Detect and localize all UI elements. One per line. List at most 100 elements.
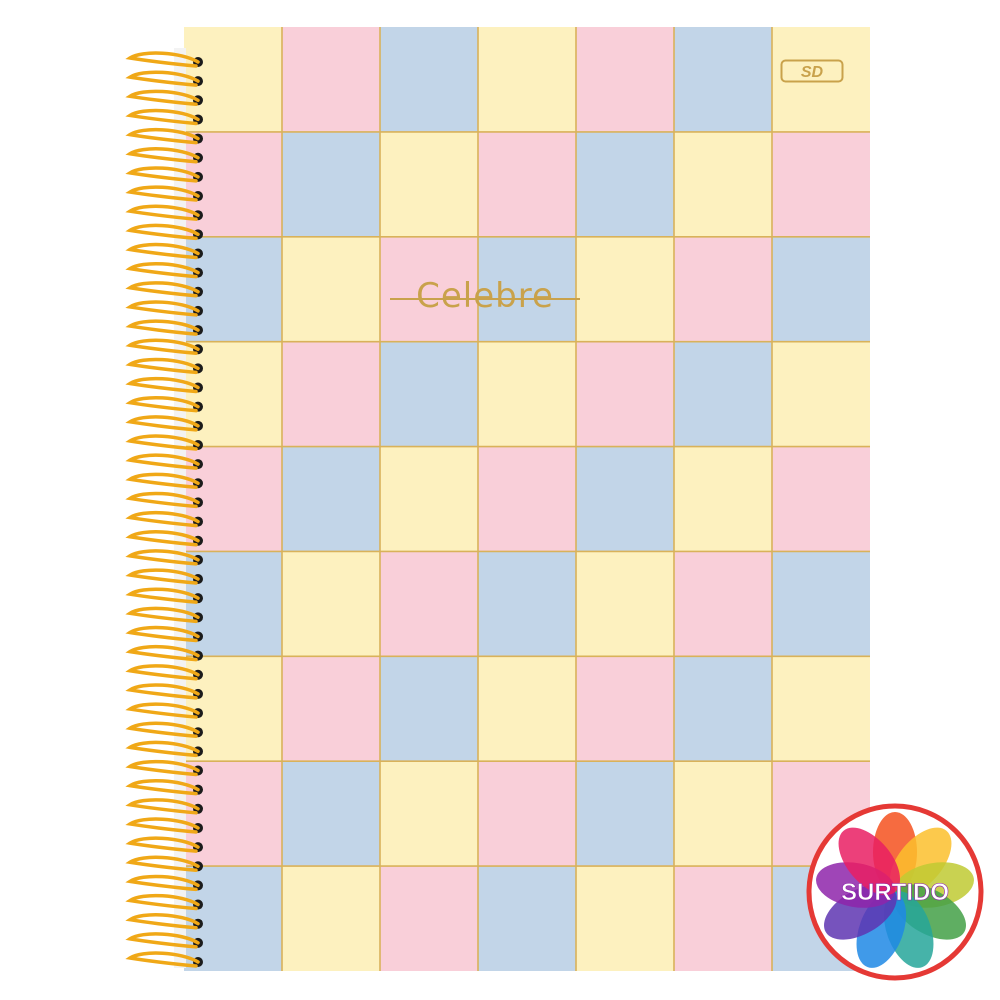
- checkered-pattern: [184, 27, 870, 971]
- spiral-loop: [125, 281, 203, 298]
- spiral-loop: [125, 836, 203, 853]
- grid-cell: [576, 131, 675, 238]
- grid-cell: [674, 27, 773, 133]
- grid-cell: [282, 27, 381, 133]
- spiral-loop: [125, 147, 203, 164]
- grid-cell: [478, 446, 577, 552]
- grid-cell: [380, 656, 479, 762]
- notebook-cover: [184, 27, 870, 971]
- spiral-binding: [125, 48, 203, 968]
- spiral-loop: [125, 855, 203, 873]
- grid-cell: [674, 866, 773, 971]
- grid-cell: [380, 866, 479, 971]
- spiral-loop: [125, 913, 203, 930]
- grid-cell: [772, 131, 870, 238]
- spiral-loop: [125, 376, 203, 394]
- assorted-badge: SURTIDO: [806, 803, 984, 981]
- spiral-loop: [125, 530, 203, 547]
- spiral-loop: [125, 874, 203, 892]
- notebook-product-image: SD Celebre SURTIDO: [0, 0, 1000, 1000]
- grid-cell: [478, 131, 577, 238]
- grid-cell: [380, 341, 479, 448]
- grid-cell: [576, 551, 675, 657]
- grid-cell: [576, 27, 675, 133]
- spiral-loop: [125, 108, 203, 126]
- badge-label: SURTIDO: [841, 879, 949, 906]
- grid-cell: [380, 551, 479, 657]
- spiral-loop: [125, 817, 203, 834]
- grid-cell: [674, 341, 773, 448]
- spiral-loop: [125, 606, 203, 624]
- spiral-loop: [125, 338, 203, 355]
- grid-cell: [380, 27, 479, 133]
- spiral-loop: [125, 951, 203, 968]
- spiral-loop: [125, 740, 203, 758]
- spiral-loop: [125, 166, 203, 183]
- grid-cell: [380, 446, 479, 552]
- spiral-loop: [125, 89, 203, 107]
- spiral-loop: [125, 453, 203, 470]
- grid-cell: [674, 446, 773, 552]
- grid-cell: [282, 236, 381, 343]
- grid-cell: [772, 551, 870, 657]
- spiral-loop: [125, 415, 203, 432]
- grid-cell: [478, 656, 577, 762]
- spiral-loop: [125, 644, 203, 662]
- grid-cell: [576, 236, 675, 343]
- grid-cell: [282, 866, 381, 971]
- grid-cell: [282, 341, 381, 448]
- grid-cell: [772, 446, 870, 552]
- grid-cell: [576, 341, 675, 448]
- grid-cell: [576, 656, 675, 762]
- spiral-loop: [125, 721, 203, 738]
- spiral-loop: [125, 396, 203, 413]
- spiral-loop: [125, 798, 203, 815]
- grid-cell: [772, 341, 870, 448]
- spiral-loop: [125, 51, 203, 68]
- spiral-loop: [125, 549, 203, 566]
- spiral-loop: [125, 932, 203, 949]
- spiral-loop: [125, 510, 203, 528]
- spiral-loop: [125, 261, 203, 279]
- spiral-loop: [125, 702, 203, 719]
- grid-cell: [576, 446, 675, 552]
- grid-cell: [576, 761, 675, 867]
- grid-cell: [380, 131, 479, 238]
- spiral-loop: [125, 778, 203, 796]
- grid-cell: [282, 761, 381, 867]
- spiral-loop: [125, 664, 203, 681]
- spiral-loop: [125, 185, 203, 202]
- spiral-loop: [125, 127, 203, 145]
- grid-cell: [772, 236, 870, 343]
- cover-title: Celebre: [390, 274, 580, 322]
- grid-cell: [576, 866, 675, 971]
- cover-title-text: Celebre: [416, 276, 554, 316]
- spiral-loop: [125, 893, 203, 911]
- grid-cell: [478, 866, 577, 971]
- grid-cell: [478, 27, 577, 133]
- grid-cell: [282, 551, 381, 657]
- spiral-loop: [125, 204, 203, 221]
- grid-cell: [478, 341, 577, 448]
- grid-cell: [380, 761, 479, 867]
- spiral-loop: [125, 472, 203, 490]
- spiral-loop: [125, 300, 203, 317]
- grid-cell: [282, 656, 381, 762]
- grid-cell: [674, 551, 773, 657]
- grid-cell: [772, 656, 870, 762]
- grid-cell: [478, 761, 577, 867]
- grid-cell: [674, 236, 773, 343]
- spiral-loop: [125, 434, 203, 451]
- grid-cell: [478, 551, 577, 657]
- spiral-loop: [125, 759, 203, 777]
- grid-cell: [674, 131, 773, 238]
- spiral-loop: [125, 357, 203, 375]
- grid-cell: [282, 446, 381, 552]
- spiral-loop: [125, 319, 203, 336]
- spiral-loop: [125, 568, 203, 585]
- spiral-loop: [125, 242, 203, 260]
- spiral-loop: [125, 625, 203, 643]
- spiral-loop: [125, 587, 203, 604]
- grid-cell: [674, 656, 773, 762]
- brand-logo-text: SD: [801, 64, 824, 81]
